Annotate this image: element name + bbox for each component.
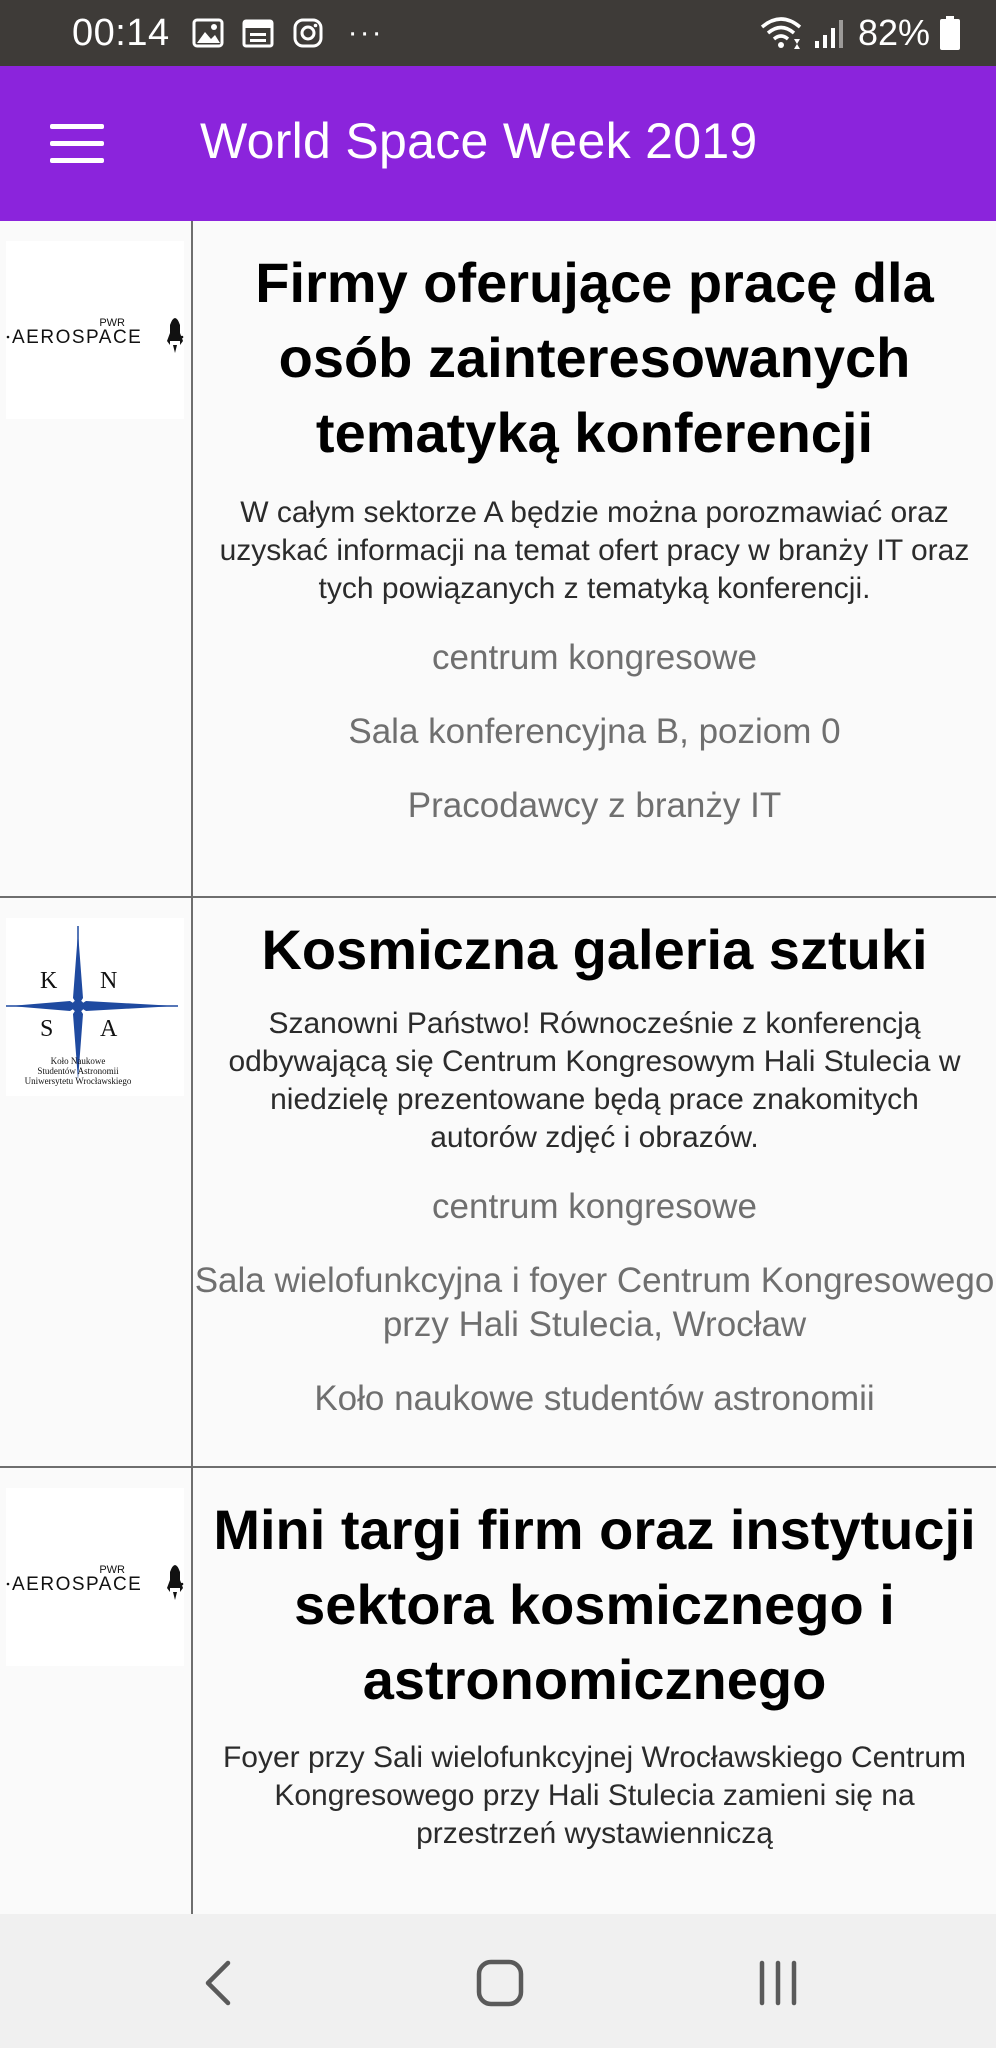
aerospace-logo: PWR AEROSPACE bbox=[6, 241, 184, 419]
app-bar: World Space Week 2019 bbox=[0, 66, 996, 221]
logo-text: AEROSPACE bbox=[12, 327, 142, 348]
navigation-bar bbox=[0, 1914, 996, 2048]
event-description: W całym sektorze A będzie można porozmaw… bbox=[219, 496, 970, 605]
wifi-icon bbox=[758, 15, 804, 51]
logo-letter-a: A bbox=[100, 1016, 118, 1042]
calendar-icon bbox=[242, 18, 274, 48]
more-icon: ··· bbox=[347, 16, 384, 49]
list-item[interactable]: PWR AEROSPACE Firmy oferujące pracę dla … bbox=[0, 221, 996, 898]
event-location: Sala wielofunkcyjna i foyer Centrum Kong… bbox=[194, 1261, 995, 1344]
event-description: Foyer przy Sali wielofunkcyjnej Wrocławs… bbox=[222, 1741, 967, 1850]
aerospace-logo: PWR AEROSPACE bbox=[6, 1488, 184, 1666]
event-category: centrum kongresowe bbox=[432, 638, 757, 677]
signal-icon bbox=[814, 17, 844, 49]
battery-level: 82% bbox=[857, 12, 930, 53]
status-bar-left: 00:14 ··· bbox=[72, 0, 384, 66]
logo-letter-n: N bbox=[100, 968, 117, 994]
back-icon[interactable] bbox=[190, 1958, 250, 2008]
battery-icon bbox=[940, 16, 960, 50]
status-bar-right: 82% bbox=[758, 0, 960, 66]
hamburger-menu-icon[interactable] bbox=[50, 124, 106, 164]
event-content: Kosmiczna galeria sztuki Szanowni Państw… bbox=[193, 898, 996, 1421]
logo-column: PWR AEROSPACE bbox=[0, 1468, 193, 1914]
event-description: Szanowni Państwo! Równocześnie z konfere… bbox=[228, 1007, 961, 1154]
home-icon[interactable] bbox=[470, 1958, 530, 2008]
list-item[interactable]: K N S A Koło Naukowe Studentów Astronomi… bbox=[0, 898, 996, 1468]
event-organizer: Koło naukowe studentów astronomii bbox=[314, 1379, 875, 1418]
logo-column: PWR AEROSPACE bbox=[0, 221, 193, 896]
recent-apps-icon[interactable] bbox=[748, 1958, 808, 2008]
event-content: Mini targi firm oraz instytucji sektora … bbox=[193, 1468, 996, 1853]
logo-caption-2: Studentów Astronomii bbox=[37, 1066, 119, 1076]
status-time: 00:14 bbox=[72, 11, 170, 54]
logo-letter-s: S bbox=[40, 1016, 53, 1042]
status-bar: 00:14 ··· 82% bbox=[0, 0, 996, 66]
event-organizer: Pracodawcy z branży IT bbox=[407, 786, 782, 825]
instagram-icon bbox=[292, 17, 324, 49]
event-title: Kosmiczna galeria sztuki bbox=[261, 918, 928, 981]
event-content: Firmy oferujące pracę dla osób zainteres… bbox=[193, 221, 996, 828]
event-title: Firmy oferujące pracę dla osób zainteres… bbox=[255, 251, 934, 464]
event-title: Mini targi firm oraz instytucji sektora … bbox=[213, 1498, 976, 1711]
event-list[interactable]: PWR AEROSPACE Firmy oferujące pracę dla … bbox=[0, 221, 996, 1914]
logo-text: AEROSPACE bbox=[12, 1574, 142, 1595]
knsa-logo: K N S A Koło Naukowe Studentów Astronomi… bbox=[6, 918, 184, 1096]
image-icon bbox=[192, 18, 224, 48]
logo-caption-3: Uniwersytetu Wrocławskiego bbox=[25, 1076, 132, 1086]
logo-column: K N S A Koło Naukowe Studentów Astronomi… bbox=[0, 898, 193, 1466]
event-category: centrum kongresowe bbox=[432, 1187, 757, 1226]
event-location: Sala konferencyjna B, poziom 0 bbox=[348, 712, 841, 751]
list-item[interactable]: PWR AEROSPACE Mini targi firm oraz insty… bbox=[0, 1468, 996, 1914]
logo-letter-k: K bbox=[40, 968, 58, 994]
app-title: World Space Week 2019 bbox=[200, 113, 758, 169]
logo-caption-1: Koło Naukowe bbox=[51, 1056, 106, 1066]
